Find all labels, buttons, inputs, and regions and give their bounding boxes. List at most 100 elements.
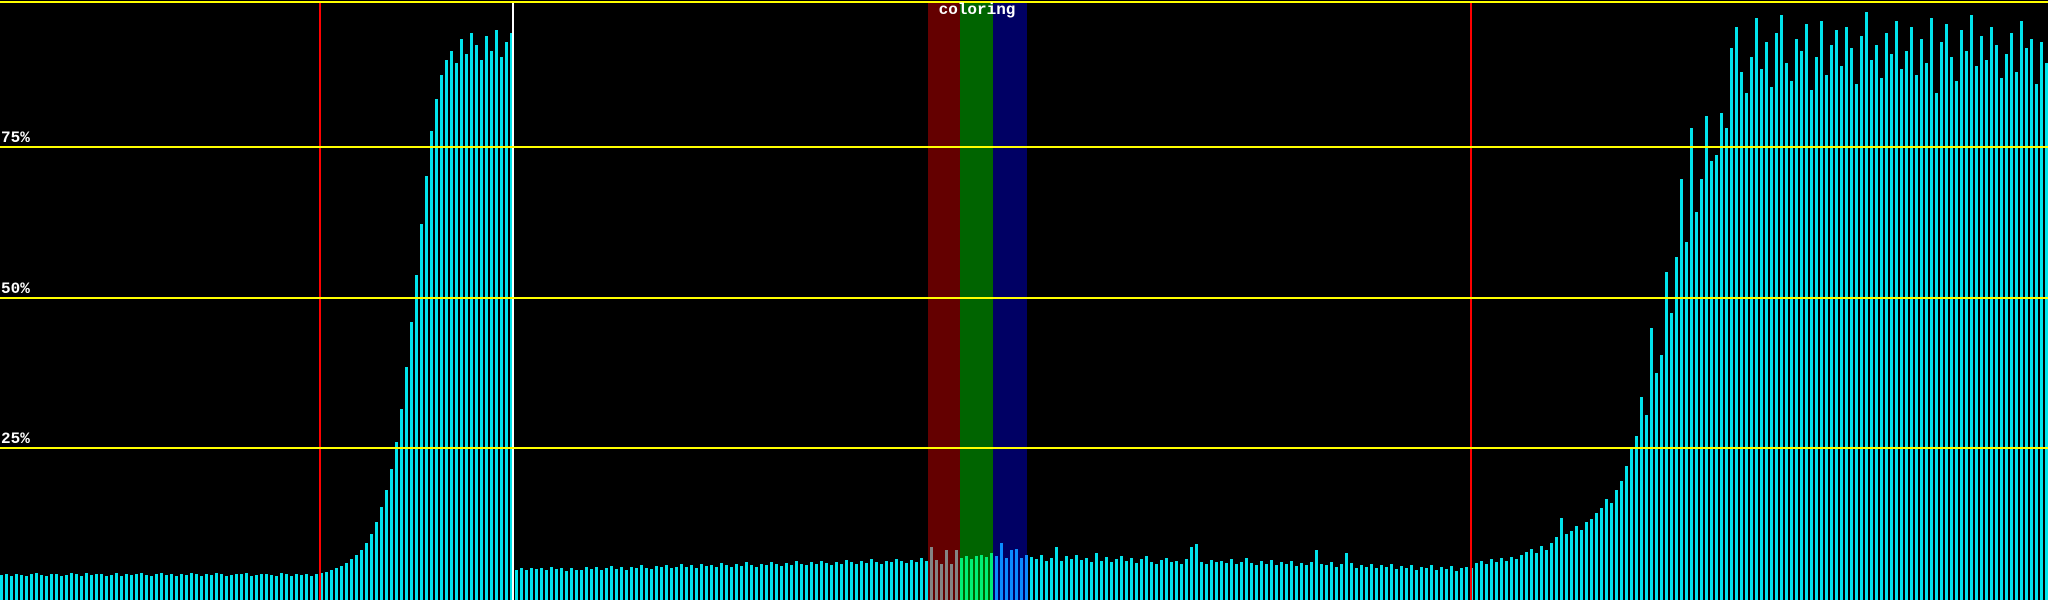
histogram-bar (125, 574, 128, 600)
histogram-bar (1535, 553, 1538, 600)
histogram-bar (1980, 36, 1983, 600)
histogram-bar (2015, 72, 2018, 600)
histogram-bar (1885, 33, 1888, 600)
histogram-bar (425, 176, 428, 600)
histogram-bar (1985, 60, 1988, 600)
histogram-bar (655, 566, 658, 600)
histogram-bar (830, 565, 833, 600)
histogram-bar (2035, 84, 2038, 600)
histogram-bar (1435, 570, 1438, 600)
histogram-bar (585, 567, 588, 600)
histogram-bar (1455, 571, 1458, 600)
histogram-bar (260, 574, 263, 600)
histogram-bar (325, 572, 328, 600)
histogram-bar (1595, 513, 1598, 600)
marker-line-right-red (1470, 3, 1472, 600)
histogram-bar (1180, 564, 1183, 600)
histogram-bar (1675, 257, 1678, 600)
histogram-bar (375, 522, 378, 600)
histogram-bar (5, 574, 8, 600)
histogram-bar (1735, 27, 1738, 600)
histogram-bar (170, 574, 173, 600)
histogram-bar (780, 566, 783, 600)
histogram-bar (1660, 355, 1663, 600)
histogram-bar (1040, 555, 1043, 600)
histogram-bar (465, 54, 468, 600)
histogram-bar (935, 560, 938, 600)
histogram-bar (770, 562, 773, 600)
histogram-bar (1520, 555, 1523, 600)
histogram-bar (750, 565, 753, 600)
histogram-bar (1225, 563, 1228, 600)
histogram-bar (740, 566, 743, 600)
histogram-bar (675, 567, 678, 600)
histogram-bar (1605, 499, 1608, 600)
histogram-bar (245, 573, 248, 600)
histogram-bar (525, 570, 528, 600)
histogram-bar (45, 576, 48, 600)
histogram-bar (635, 568, 638, 600)
histogram-bar (715, 567, 718, 600)
histogram-bar (1805, 24, 1808, 600)
histogram-bar (70, 573, 73, 600)
histogram-bar (1550, 543, 1553, 600)
histogram-bar (145, 575, 148, 600)
histogram-bar (1355, 568, 1358, 600)
histogram-bar (350, 559, 353, 600)
histogram-bar (1410, 565, 1413, 600)
histogram-bar (1600, 508, 1603, 600)
histogram-bar (1730, 48, 1733, 600)
histogram-bar (495, 30, 498, 600)
histogram-bar (905, 563, 908, 600)
histogram-bar (420, 224, 423, 600)
histogram-bar (1235, 564, 1238, 600)
histogram-bar (550, 567, 553, 600)
histogram-bar (1300, 563, 1303, 600)
histogram-bar (1665, 272, 1668, 600)
histogram-bar (1755, 18, 1758, 600)
histogram-bar (1275, 565, 1278, 600)
histogram-bar (60, 576, 63, 600)
histogram-bar (880, 564, 883, 600)
histogram-bar (1205, 564, 1208, 600)
coloring-label: coloring (938, 1, 1016, 19)
histogram-bar (1785, 63, 1788, 600)
histogram-bar (545, 570, 548, 600)
histogram-bar (845, 560, 848, 600)
histogram-bar (1165, 558, 1168, 600)
histogram-bar (810, 562, 813, 600)
histogram-bar (690, 565, 693, 600)
histogram-bar (1850, 48, 1853, 600)
histogram-bar (1315, 550, 1318, 600)
histogram-bar (470, 33, 473, 600)
histogram-bar (155, 574, 158, 600)
histogram-bar (1945, 24, 1948, 600)
histogram-bar (1855, 84, 1858, 600)
histogram-bar (1830, 45, 1833, 600)
histogram-bar (75, 574, 78, 600)
histogram-bar (1770, 87, 1773, 600)
histogram-bar (1340, 564, 1343, 600)
histogram-bar (1015, 549, 1018, 600)
histogram-bar (995, 556, 998, 600)
histogram-bar (1865, 12, 1868, 600)
histogram-bar (790, 565, 793, 600)
histogram-bar (380, 507, 383, 600)
histogram-bar (625, 570, 628, 600)
histogram-bar (580, 570, 583, 600)
histogram-bar (1625, 466, 1628, 600)
gridline-100 (0, 1, 2048, 3)
histogram-bar (340, 566, 343, 600)
histogram-bar (105, 576, 108, 600)
histogram-bar (450, 51, 453, 600)
histogram-bar (180, 574, 183, 600)
histogram-bar (725, 565, 728, 600)
histogram-bar (610, 566, 613, 600)
histogram-bar (1270, 560, 1273, 600)
histogram-bar (35, 573, 38, 600)
histogram-bar (20, 575, 23, 600)
histogram-bar (875, 562, 878, 600)
histogram-bar (680, 564, 683, 600)
color-band-blue (993, 3, 1027, 600)
histogram-bar (1740, 72, 1743, 600)
